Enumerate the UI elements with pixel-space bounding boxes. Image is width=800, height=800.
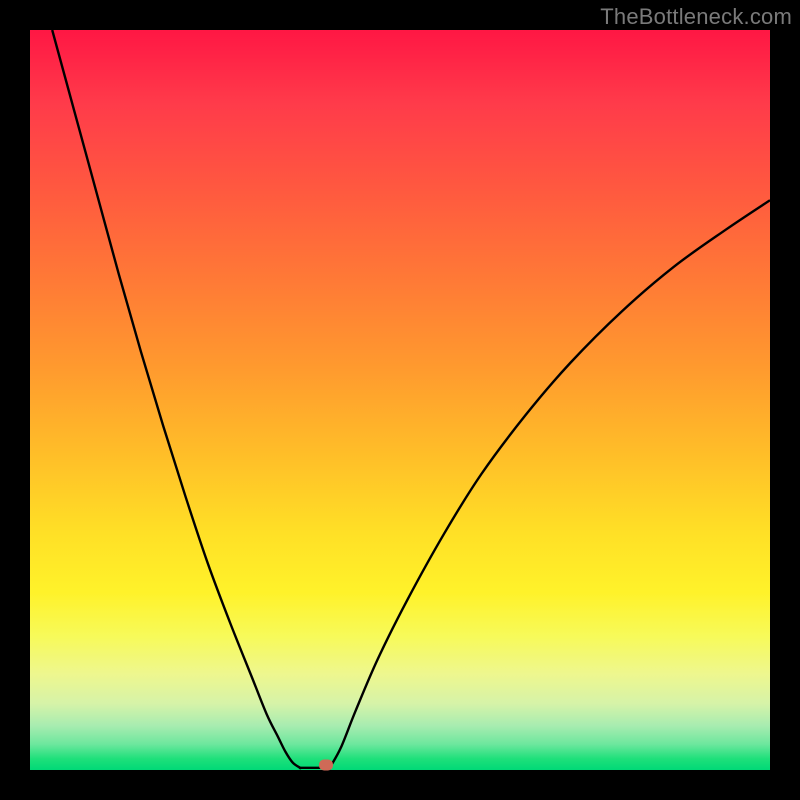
- watermark-text: TheBottleneck.com: [600, 4, 792, 30]
- chart-frame: TheBottleneck.com: [0, 0, 800, 800]
- plot-area: [30, 30, 770, 770]
- optimum-marker: [319, 759, 333, 770]
- curve-path: [52, 30, 770, 769]
- bottleneck-curve: [30, 30, 770, 770]
